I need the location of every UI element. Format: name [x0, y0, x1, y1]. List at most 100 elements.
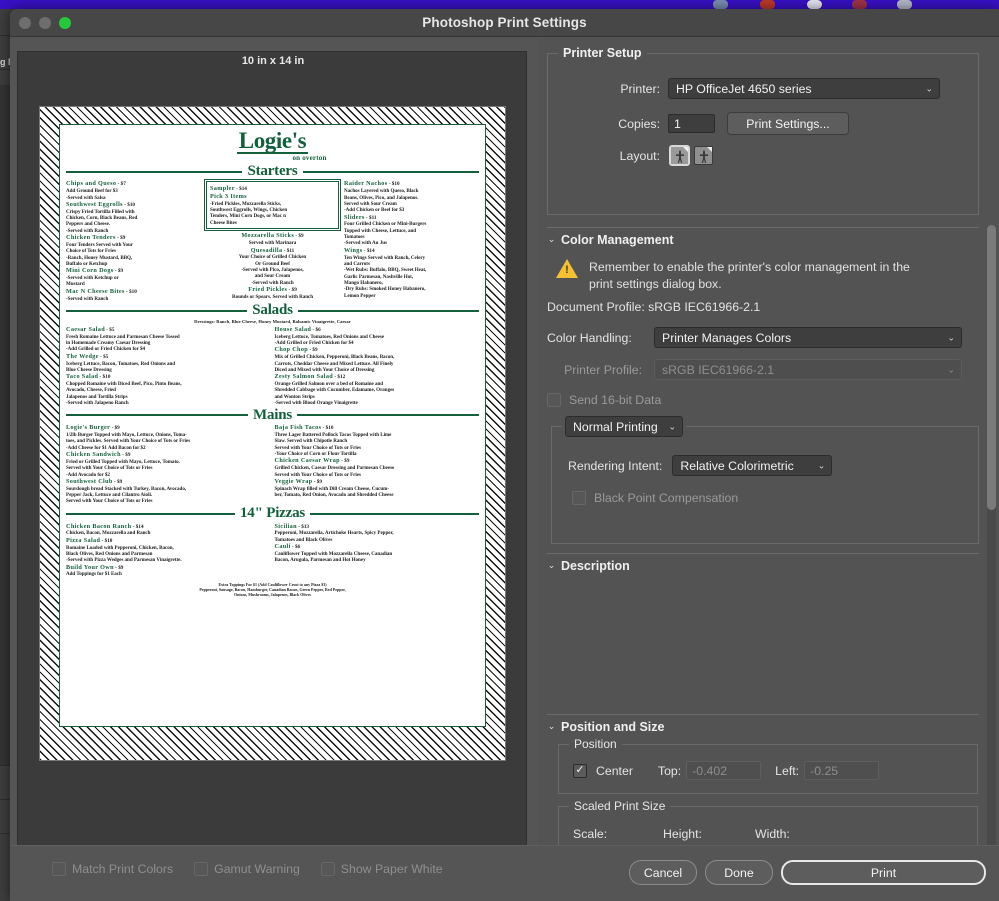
menu-item: Caesar Salad - $5 Fresh Romaine Lettuce a… — [66, 326, 271, 353]
settings-scrollbar-thumb[interactable] — [987, 225, 996, 510]
menu-logo-block: Logie's — [66, 129, 479, 154]
menu-item-heading: Wings - $14 — [344, 247, 479, 255]
menu-item-price: - $10 — [124, 288, 137, 295]
dock-icon-2[interactable] — [760, 0, 775, 9]
print-button[interactable]: Print — [781, 860, 986, 885]
print-settings-button[interactable]: Print Settings... — [727, 112, 849, 135]
menu-item-name: Caesar Salad — [66, 325, 105, 333]
menu-item-name: Baja Fish Tacos — [274, 424, 322, 432]
menu-item-name: Sliders — [344, 213, 365, 221]
center-checkbox[interactable]: ✓ — [573, 763, 587, 778]
show-paper-white-row[interactable]: Show Paper White — [320, 862, 443, 876]
menu-section-rule: Mains — [66, 406, 480, 424]
printing-mode-group: Normal Printing ⌄ Rendering Intent: Rela… — [551, 416, 979, 544]
menu-column: Sampler - $14 Pick 3 Items -Fried Pickles,… — [203, 179, 342, 302]
menu-item-heading: Mini Corn Dogs - $9 — [66, 267, 201, 275]
menu-item-description-line: Lemon Pepper — [344, 292, 376, 299]
menu-item: Sicilian - $13 Pepperoni, Mozzarella, Art… — [275, 523, 480, 544]
menu-item-name: Taco Salad — [66, 373, 99, 381]
menu-item-name: Raider Nachos — [344, 180, 388, 188]
menu-column: Caesar Salad - $5 Fresh Romaine Lettuce a… — [66, 326, 271, 407]
black-point-compensation-label: Black Point Compensation — [594, 491, 739, 505]
menu-sections: Starters Chips and Queso - $7 Add Ground B… — [66, 163, 480, 578]
color-management-header[interactable]: ⌄ Color Management — [547, 233, 979, 247]
send-16bit-checkbox[interactable] — [547, 393, 561, 407]
menu-item: Southwest Eggrolls - $10 Crispy Fried Tor… — [66, 201, 201, 234]
menu-section-columns: Logie's Burger - $9 1/2lb Burger Topped w… — [66, 424, 479, 505]
cancel-button[interactable]: Cancel — [629, 860, 697, 885]
color-handling-select[interactable]: Printer Manages Colors ⌄ — [654, 327, 962, 348]
dialog-titlebar[interactable]: Photoshop Print Settings — [10, 9, 999, 37]
menu-item-price: - $7 — [116, 181, 126, 188]
landscape-layout-icon[interactable] — [694, 146, 713, 165]
printer-profile-label: Printer Profile: — [564, 362, 642, 377]
menu-item-description-line: -Served with Blood Orange Vinaigrette — [274, 400, 358, 407]
settings-pane[interactable]: Printer Setup Printer: HP OfficeJet 4650… — [538, 37, 999, 873]
document-profile-label: Document Profile: sRGB IEC61966-2.1 — [547, 300, 761, 314]
printer-select[interactable]: HP OfficeJet 4650 series ⌄ — [668, 78, 940, 99]
description-textarea[interactable] — [547, 583, 979, 703]
gamut-warning-label: Gamut Warning — [214, 862, 300, 876]
printer-profile-value: sRGB IEC61966-2.1 — [662, 362, 775, 377]
menu-sampler-subtitle: Pick 3 Items — [210, 192, 247, 200]
menu-item-price: - $5 — [98, 353, 109, 360]
copies-field-label: Copies: — [618, 116, 660, 131]
chevron-down-icon[interactable]: ⌄ — [547, 234, 556, 245]
match-print-colors-row[interactable]: Match Print Colors — [52, 862, 173, 876]
printing-mode-value: Normal Printing — [573, 419, 658, 434]
chevron-down-icon: ⌄ — [817, 460, 826, 470]
position-and-size-header[interactable]: ⌄ Position and Size — [547, 720, 665, 734]
position-group: Position ✓ Center Top: -0.402 Left: -0.2… — [558, 737, 978, 794]
black-point-row[interactable]: Black Point Compensation — [572, 491, 738, 505]
menu-item-name: Mini Corn Dogs — [66, 267, 114, 275]
chevron-down-icon: ⌄ — [925, 83, 933, 93]
menu-item-heading: Chicken Bacon Ranch - $14 — [66, 523, 271, 531]
menu-section-columns: Chips and Queso - $7 Add Ground Beef for … — [66, 179, 479, 302]
position-legend: Position — [569, 737, 622, 751]
menu-item-name: Southwest Eggrolls — [66, 200, 123, 208]
done-button[interactable]: Done — [705, 860, 773, 885]
print-paper-preview: Logie's on overton Starters Chips and Que… — [39, 106, 506, 761]
menu-item: Chips and Queso - $7 Add Ground Beef for … — [66, 180, 201, 201]
menu-item-description-line: ber, Tomato, Red Onion, Avocado and Shre… — [274, 492, 394, 499]
show-paper-white-checkbox[interactable] — [320, 862, 335, 876]
chevron-down-icon[interactable]: ⌄ — [547, 560, 556, 571]
menu-item-name: Cauli — [274, 543, 291, 551]
dock-icon-4[interactable] — [852, 0, 867, 9]
menu-item-name: Sampler — [210, 184, 235, 192]
copies-input[interactable]: 1 — [668, 114, 715, 133]
send-16bit-row[interactable]: Send 16-bit Data — [547, 393, 661, 407]
menu-item: Chicken Caesar Wrap - $9 Grilled Chicken,… — [275, 457, 480, 478]
gamut-warning-row[interactable]: Gamut Warning — [194, 862, 300, 876]
menu-item-name: Build Your Own — [66, 563, 114, 571]
dock-icon-1[interactable] — [713, 0, 728, 9]
menu-section-title: Mains — [253, 406, 293, 423]
portrait-layout-icon[interactable] — [669, 145, 690, 166]
black-point-compensation-checkbox[interactable] — [572, 491, 586, 505]
print-preview-pane[interactable]: 10 in x 14 in Logie's on overton Starter… — [17, 51, 527, 863]
chevron-down-icon[interactable]: ⌄ — [547, 721, 556, 732]
menu-item-name: Southwest Club — [66, 477, 113, 485]
match-print-colors-checkbox[interactable] — [52, 862, 66, 876]
menu-item-heading: Raider Nachos - $10 — [344, 180, 479, 188]
description-header[interactable]: ⌄ Description — [547, 559, 630, 573]
color-handling-value: Printer Manages Colors — [662, 330, 792, 345]
menu-item-heading: Pizza Salad - $10 — [66, 537, 271, 545]
rendering-intent-label: Rendering Intent: — [568, 458, 663, 473]
menu-item-heading: Chop Chop - $9 — [275, 346, 480, 354]
rendering-intent-select[interactable]: Relative Colorimetric ⌄ — [672, 455, 833, 476]
menu-item: Taco Salad - $10 Chopped Romaine with Dic… — [66, 373, 271, 406]
center-label: Center — [596, 763, 633, 778]
dock-icon-5[interactable] — [897, 0, 912, 9]
menu-item-heading: House Salad - $6 — [275, 326, 480, 334]
gamut-warning-checkbox[interactable] — [194, 862, 209, 876]
printing-mode-select[interactable]: Normal Printing ⌄ — [565, 416, 683, 437]
menu-item-heading: Zesty Salmon Salad - $12 — [275, 373, 480, 381]
menu-artwork: Logie's on overton Starters Chips and Que… — [60, 125, 485, 726]
menu-item-name: Chop Chop — [274, 346, 309, 354]
menu-item-heading: Fried Pickles - $9 — [205, 286, 340, 294]
menu-item: Sliders - $11 Four Grilled Chicken or Min… — [344, 214, 479, 247]
menu-item-heading: Baja Fish Tacos - $10 — [275, 424, 480, 432]
menu-item: Chicken Sandwich - $9 Fried or Grilled To… — [66, 451, 271, 478]
dock-icon-3[interactable] — [807, 0, 822, 9]
